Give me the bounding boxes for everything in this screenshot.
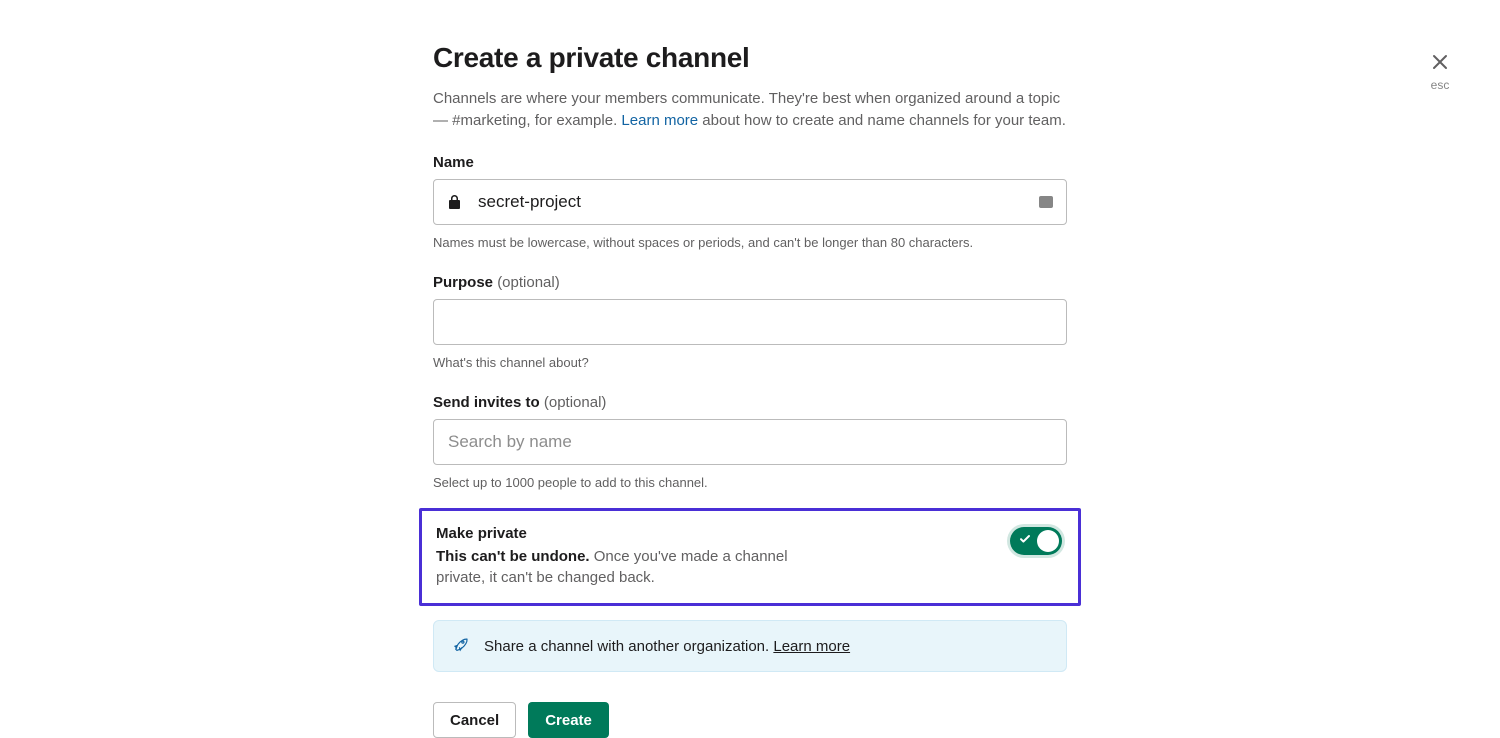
name-input-wrap [433, 179, 1067, 225]
make-private-toggle[interactable] [1010, 527, 1062, 555]
lock-icon [449, 195, 461, 209]
rocket-icon [452, 635, 470, 657]
keyboard-icon [1039, 196, 1053, 208]
purpose-input[interactable] [433, 299, 1067, 345]
share-learn-more-link[interactable]: Learn more [773, 638, 850, 655]
learn-more-link[interactable]: Learn more [621, 112, 698, 129]
make-private-text: Make private This can't be undone. Once … [436, 525, 836, 590]
share-banner-msg: Share a channel with another organizatio… [484, 638, 773, 655]
close-control: esc [1428, 50, 1452, 92]
make-private-section: Make private This can't be undone. Once … [419, 508, 1081, 607]
name-helper: Names must be lowercase, without spaces … [433, 235, 1067, 250]
modal-title: Create a private channel [433, 42, 1067, 74]
purpose-helper: What's this channel about? [433, 355, 1067, 370]
invites-optional: (optional) [544, 394, 607, 411]
make-private-warn-bold: This can't be undone. [436, 548, 590, 565]
close-esc-label: esc [1428, 78, 1452, 92]
check-icon [1019, 532, 1031, 550]
purpose-label-text: Purpose [433, 274, 497, 291]
invites-label: Send invites to (optional) [433, 394, 1067, 411]
invites-input[interactable] [433, 419, 1067, 465]
close-button[interactable] [1428, 50, 1452, 74]
invites-label-text: Send invites to [433, 394, 544, 411]
make-private-title: Make private [436, 525, 836, 542]
invites-field: Send invites to (optional) Select up to … [433, 394, 1067, 490]
toggle-knob [1037, 530, 1059, 552]
name-field: Name Names must be lowercase, without sp… [433, 154, 1067, 250]
modal-actions: Cancel Create [433, 702, 1067, 738]
name-label: Name [433, 154, 1067, 171]
close-icon [1430, 52, 1450, 72]
make-private-desc: This can't be undone. Once you've made a… [436, 546, 836, 590]
cancel-button[interactable]: Cancel [433, 702, 516, 738]
purpose-label: Purpose (optional) [433, 274, 1067, 291]
modal-description-post: about how to create and name channels fo… [698, 112, 1066, 129]
share-banner: Share a channel with another organizatio… [433, 620, 1067, 672]
invites-helper: Select up to 1000 people to add to this … [433, 475, 1067, 490]
create-button[interactable]: Create [528, 702, 609, 738]
share-banner-text: Share a channel with another organizatio… [484, 638, 850, 655]
create-channel-modal: Create a private channel Channels are wh… [433, 42, 1067, 738]
purpose-field: Purpose (optional) What's this channel a… [433, 274, 1067, 370]
purpose-optional: (optional) [497, 274, 560, 291]
channel-name-input[interactable] [433, 179, 1067, 225]
modal-description: Channels are where your members communic… [433, 88, 1067, 132]
